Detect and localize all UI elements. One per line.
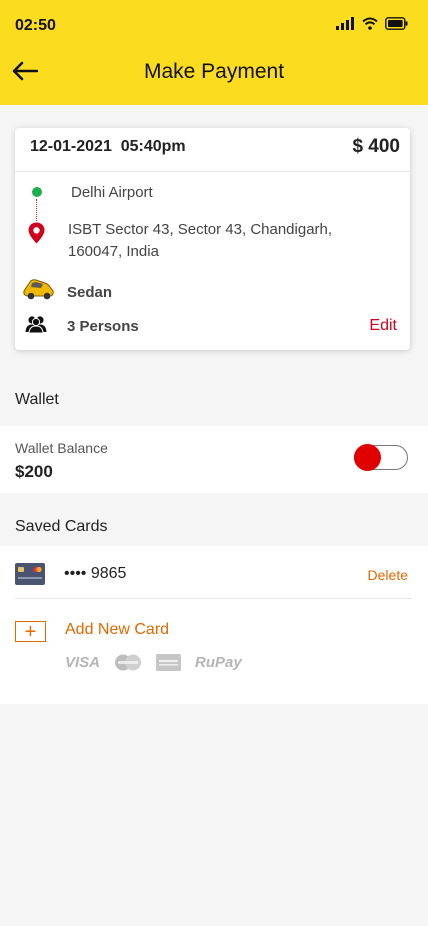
- wifi-icon: [362, 17, 378, 30]
- saved-cards-section-title: Saved Cards: [15, 517, 108, 535]
- status-icons: [336, 17, 408, 30]
- car-type: Sedan: [67, 284, 113, 301]
- mastercard-logo-icon: [115, 654, 142, 671]
- american-express-logo-icon: [156, 654, 182, 671]
- signal-icon: [336, 17, 354, 30]
- wallet-balance-label: Wallet Balance: [15, 440, 108, 456]
- saved-cards-panel: •••• 9865 Delete + Add New Card VISA RuP…: [0, 546, 428, 704]
- persons-icon: [25, 316, 47, 333]
- persons-count: 3 Persons: [67, 318, 139, 335]
- trip-summary-card: 12-01-2021 05:40pm $ 400 Delhi Airport I…: [15, 128, 410, 350]
- wallet-panel: Wallet Balance $200: [0, 426, 428, 493]
- credit-card-icon: [15, 563, 45, 585]
- toggle-knob: [354, 444, 381, 471]
- status-time: 02:50: [15, 17, 56, 34]
- page-title: Make Payment: [143, 60, 285, 83]
- pickup-dot-icon: [32, 187, 42, 197]
- card-brand-logos: VISA RuPay: [65, 654, 242, 671]
- trip-datetime: 12-01-2021 05:40pm: [30, 138, 186, 155]
- wallet-section-title: Wallet: [15, 390, 59, 408]
- plus-icon[interactable]: +: [15, 621, 46, 642]
- add-new-card-link[interactable]: Add New Card: [65, 621, 169, 639]
- edit-trip-link[interactable]: Edit: [369, 317, 397, 335]
- wallet-section-header: Wallet: [0, 373, 428, 426]
- location-pin-icon: [28, 222, 45, 244]
- rupay-logo-icon: RuPay: [195, 654, 242, 671]
- card-divider: [15, 171, 410, 172]
- pickup-location: Delhi Airport: [71, 184, 153, 201]
- wallet-balance-amount: $200: [15, 462, 53, 481]
- drop-location: ISBT Sector 43, Sector 43, Chandigarh, 1…: [68, 221, 333, 260]
- cards-divider: [15, 598, 412, 599]
- visa-logo-icon: VISA: [65, 654, 101, 671]
- trip-price: $ 400: [352, 136, 400, 157]
- wallet-toggle[interactable]: [354, 444, 408, 471]
- car-icon: [23, 279, 54, 300]
- route-line: [36, 199, 37, 221]
- delete-card-link[interactable]: Delete: [368, 567, 408, 583]
- app-header: 02:50 Make Payment: [0, 0, 428, 105]
- battery-icon: [385, 17, 408, 30]
- saved-card-number: •••• 9865: [64, 565, 127, 582]
